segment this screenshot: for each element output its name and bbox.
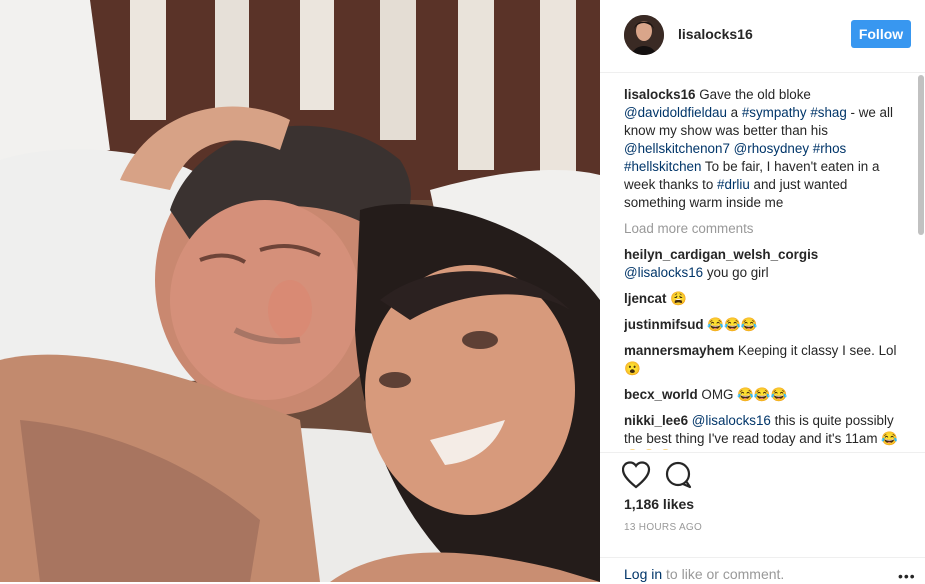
caption: lisalocks16 Gave the old bloke @davidold… <box>624 86 900 212</box>
comment-link[interactable]: #shag <box>810 105 846 120</box>
post-photo[interactable] <box>0 0 600 582</box>
comment-text: 😩 <box>670 291 687 306</box>
comment: nikki_lee6 @lisalocks16 this is quite po… <box>624 412 900 450</box>
comment: mannersmayhem Keeping it classy I see. L… <box>624 342 900 378</box>
comment: ljencat 😩 <box>624 290 900 308</box>
scrollbar-thumb[interactable] <box>918 75 924 235</box>
comment-text: 😂😂😂 <box>707 317 758 332</box>
comment-username[interactable]: justinmifsud <box>624 317 704 332</box>
likes-count[interactable]: 1,186 likes <box>624 496 694 512</box>
login-bar: Log in to like or comment. ••• <box>600 557 925 584</box>
heart-icon[interactable] <box>621 461 651 489</box>
post-actions: 1,186 likes 13 HOURS AGO Log in to like … <box>600 452 925 584</box>
comment-username[interactable]: becx_world <box>624 387 698 402</box>
post-sidebar: lisalocks16 Follow lisalocks16 Gave the … <box>600 0 925 584</box>
load-more-comments[interactable]: Load more comments <box>624 220 900 238</box>
comment-link[interactable]: @lisalocks16 <box>692 413 771 428</box>
comment-username[interactable]: nikki_lee6 <box>624 413 688 428</box>
comments-scrollbar[interactable] <box>918 73 924 450</box>
comment-link[interactable]: @hellskitchenon7 <box>624 141 730 156</box>
comment-link[interactable]: #drliu <box>717 177 750 192</box>
comment-link[interactable]: @davidoldfieldau <box>624 105 727 120</box>
comment-username[interactable]: mannersmayhem <box>624 343 734 358</box>
comment-text: OMG 😂😂😂 <box>701 387 788 402</box>
comment-link[interactable]: @lisalocks16 <box>624 265 703 280</box>
login-link[interactable]: Log in <box>624 566 662 582</box>
comment-username[interactable]: ljencat <box>624 291 666 306</box>
post-header: lisalocks16 Follow <box>600 0 925 73</box>
comment-link[interactable]: #hellskitchen <box>624 159 701 174</box>
comment-link[interactable]: @rhosydney <box>734 141 809 156</box>
login-prompt: Log in to like or comment. <box>624 566 784 582</box>
login-prompt-text: to like or comment. <box>662 566 785 582</box>
post-photo-image <box>0 0 600 582</box>
action-icons <box>621 461 702 491</box>
comment-text: a <box>726 105 742 120</box>
avatar[interactable] <box>624 15 664 55</box>
post-timestamp[interactable]: 13 HOURS AGO <box>624 522 702 533</box>
follow-button[interactable]: Follow <box>851 20 911 48</box>
comment: becx_world OMG 😂😂😂 <box>624 386 900 404</box>
comment: justinmifsud 😂😂😂 <box>624 316 900 334</box>
comment-text: you go girl <box>703 265 769 280</box>
comment-text: Gave the old bloke <box>699 87 811 102</box>
post-username[interactable]: lisalocks16 <box>678 26 753 42</box>
avatar-image <box>624 15 664 55</box>
speech-bubble-icon[interactable] <box>665 461 692 489</box>
comment-username[interactable]: heilyn_cardigan_welsh_corgis <box>624 247 818 262</box>
comment-username[interactable]: lisalocks16 <box>624 87 695 102</box>
comments-list: lisalocks16 Gave the old bloke @davidold… <box>624 86 900 450</box>
comment-link[interactable]: #sympathy <box>742 105 807 120</box>
comment: heilyn_cardigan_welsh_corgis @lisalocks1… <box>624 246 900 282</box>
comment-link[interactable]: #rhos <box>813 141 847 156</box>
